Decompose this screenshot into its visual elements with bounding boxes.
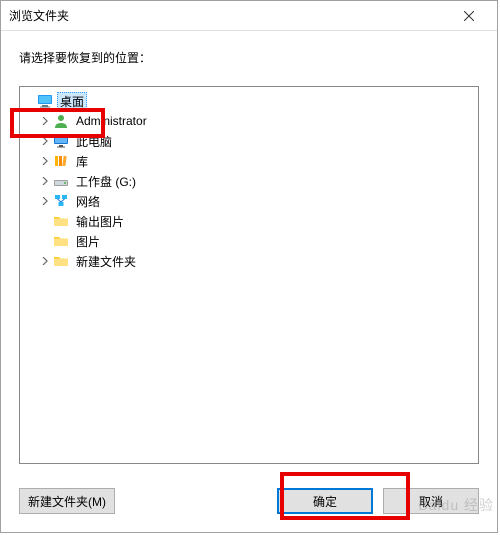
tree-item[interactable]: Administrator	[20, 111, 478, 131]
tree-label: 此电脑	[73, 132, 115, 151]
folder-icon	[53, 233, 69, 249]
folder-tree[interactable]: 桌面 Administrator 此电脑 库 工作盘 (G:) 网络	[19, 86, 479, 464]
chevron-right-icon[interactable]	[38, 254, 52, 268]
tree-label: 网络	[73, 192, 103, 211]
tree-label: 图片	[73, 232, 103, 251]
tree-item[interactable]: 新建文件夹	[20, 251, 478, 271]
network-icon	[53, 193, 69, 209]
library-icon	[53, 153, 69, 169]
user-icon	[53, 113, 69, 129]
tree-item[interactable]: 网络	[20, 191, 478, 211]
close-button[interactable]	[449, 2, 489, 30]
new-folder-button[interactable]: 新建文件夹(M)	[19, 488, 115, 514]
desktop-icon	[37, 93, 53, 109]
tree-item[interactable]: 库	[20, 151, 478, 171]
drive-icon	[53, 173, 69, 189]
close-icon	[464, 11, 474, 21]
tree-label: 输出图片	[73, 212, 127, 231]
tree-item[interactable]: 图片	[20, 231, 478, 251]
instruction-text: 请选择要恢复到的位置：	[1, 31, 497, 76]
tree-item[interactable]: 此电脑	[20, 131, 478, 151]
chevron-right-icon[interactable]	[38, 134, 52, 148]
tree-label: 新建文件夹	[73, 252, 139, 271]
tree-label: Administrator	[73, 113, 150, 129]
tree-label: 工作盘 (G:)	[73, 172, 139, 191]
chevron-right-icon[interactable]	[38, 194, 52, 208]
chevron-right-icon[interactable]	[38, 154, 52, 168]
cancel-button[interactable]: 取消	[383, 488, 479, 514]
folder-icon	[53, 253, 69, 269]
window-title: 浏览文件夹	[9, 7, 449, 24]
pc-icon	[53, 133, 69, 149]
tree-item[interactable]: 输出图片	[20, 211, 478, 231]
tree-label: 桌面	[57, 92, 87, 111]
tree-label: 库	[73, 152, 91, 171]
titlebar: 浏览文件夹	[1, 1, 497, 31]
ok-button[interactable]: 确定	[277, 488, 373, 514]
chevron-right-icon[interactable]	[38, 174, 52, 188]
tree-item[interactable]: 工作盘 (G:)	[20, 171, 478, 191]
button-row: 新建文件夹(M) 确定 取消	[1, 476, 497, 532]
tree-item-desktop[interactable]: 桌面	[20, 91, 478, 111]
browse-folder-dialog: 浏览文件夹 请选择要恢复到的位置： 桌面 Administrator 此电脑	[0, 0, 498, 533]
chevron-right-icon[interactable]	[38, 114, 52, 128]
folder-icon	[53, 213, 69, 229]
